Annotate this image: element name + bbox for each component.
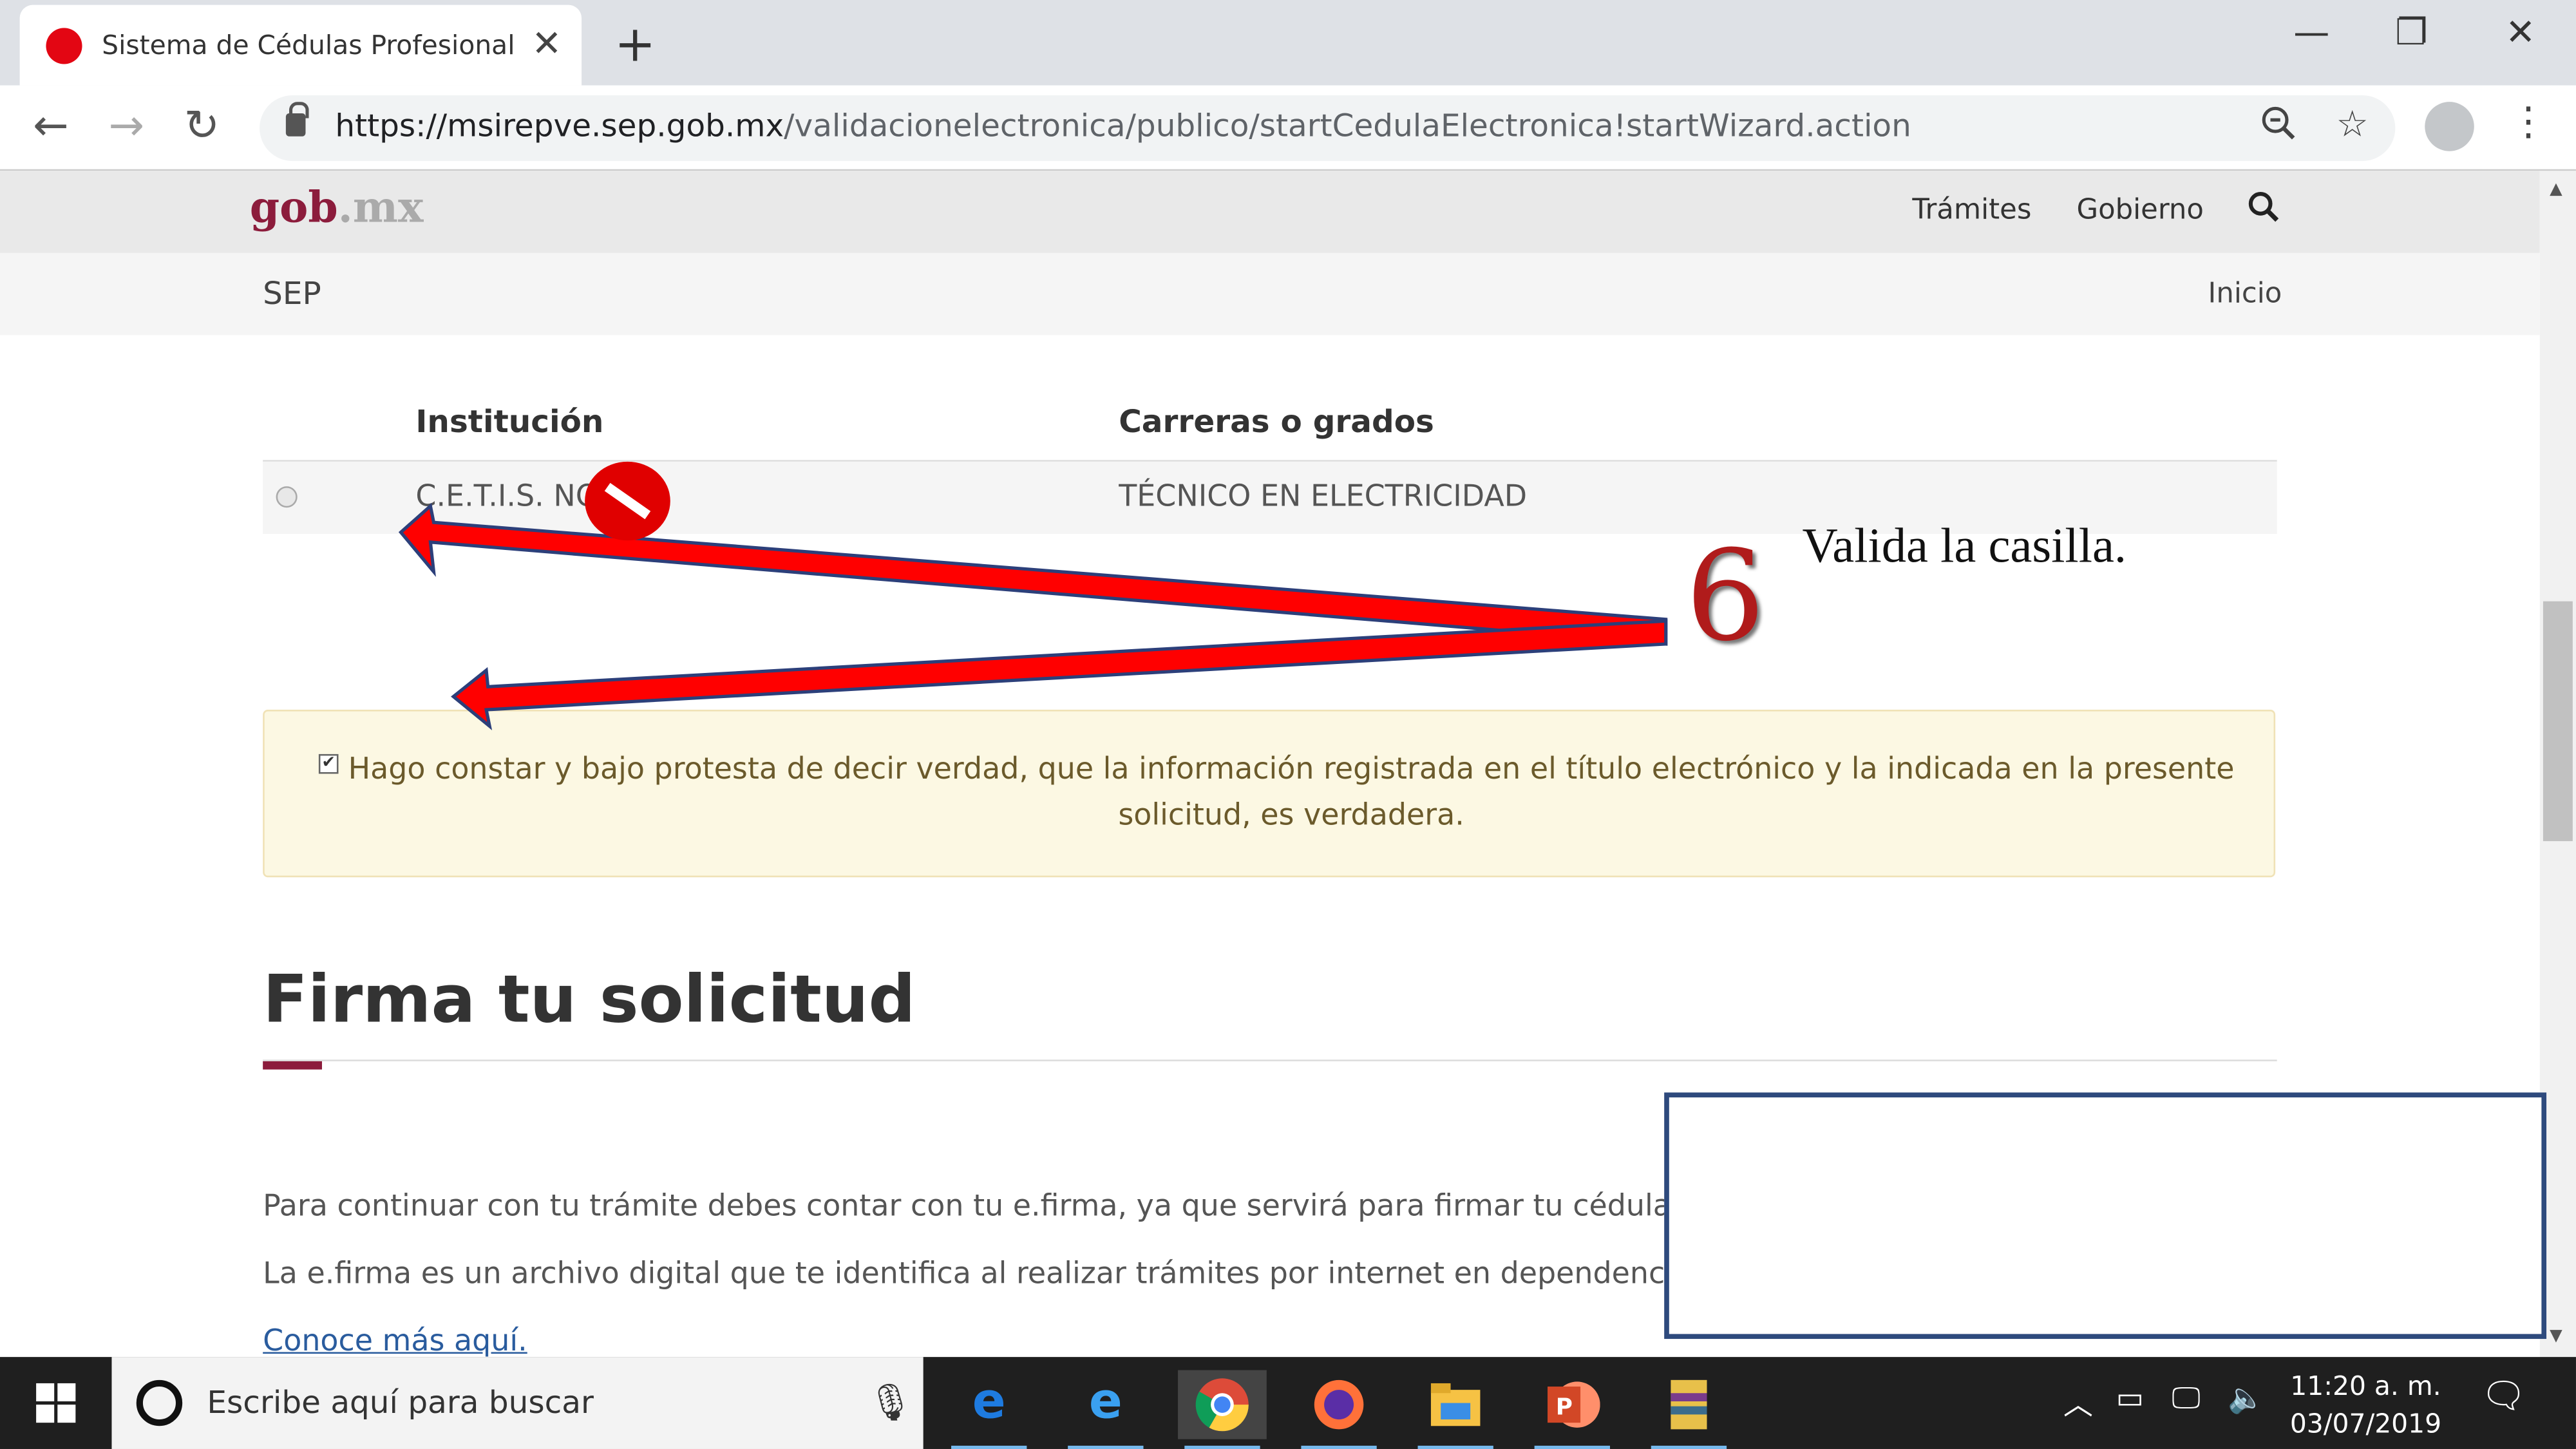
clock-date: 03/07/2019 xyxy=(2289,1408,2442,1439)
ie-icon[interactable]: e xyxy=(1061,1370,1150,1449)
svg-text:P: P xyxy=(1556,1394,1573,1420)
taskbar: Escribe aquí para buscar 🎙 e e P ︿ ▭ 🖵 🔈 xyxy=(0,1357,2576,1449)
edge-icon[interactable]: e xyxy=(945,1370,1034,1449)
step-number: 6 xyxy=(1685,522,1765,669)
search-placeholder: Escribe aquí para buscar xyxy=(207,1385,594,1421)
overlay-box xyxy=(1664,1092,2547,1340)
firefox-icon[interactable] xyxy=(1294,1370,1383,1449)
notifications-icon[interactable]: 🗨 xyxy=(2481,1377,2526,1418)
chrome-icon[interactable] xyxy=(1178,1370,1267,1449)
clock-time: 11:20 a. m. xyxy=(2290,1370,2441,1402)
powerpoint-icon[interactable]: P xyxy=(1528,1370,1616,1449)
taskbar-search[interactable]: Escribe aquí para buscar 🎙 xyxy=(111,1357,923,1449)
winrar-icon[interactable] xyxy=(1645,1370,1734,1449)
arrow-to-radio xyxy=(398,502,1668,646)
clock[interactable]: 11:20 a. m. 03/07/2019 xyxy=(2287,1367,2445,1442)
step-instruction: Valida la casilla. xyxy=(1802,519,2127,574)
tray-chevron-icon[interactable]: ︿ xyxy=(2063,1381,2093,1424)
windows-start-icon[interactable] xyxy=(36,1383,76,1423)
file-explorer-icon[interactable] xyxy=(1411,1370,1500,1449)
network-icon[interactable]: 🖵 xyxy=(2172,1381,2200,1416)
battery-icon[interactable]: ▭ xyxy=(2116,1381,2144,1416)
cortana-icon[interactable] xyxy=(136,1379,183,1426)
volume-icon[interactable]: 🔈 xyxy=(2228,1381,2264,1416)
microphone-icon[interactable]: 🎙 xyxy=(867,1383,913,1425)
screen: Sistema de Cédulas Profesionales ✕ + — ❐… xyxy=(0,0,2576,1449)
arrow-to-checkbox xyxy=(451,619,1668,731)
no-sign-icon xyxy=(585,461,670,541)
